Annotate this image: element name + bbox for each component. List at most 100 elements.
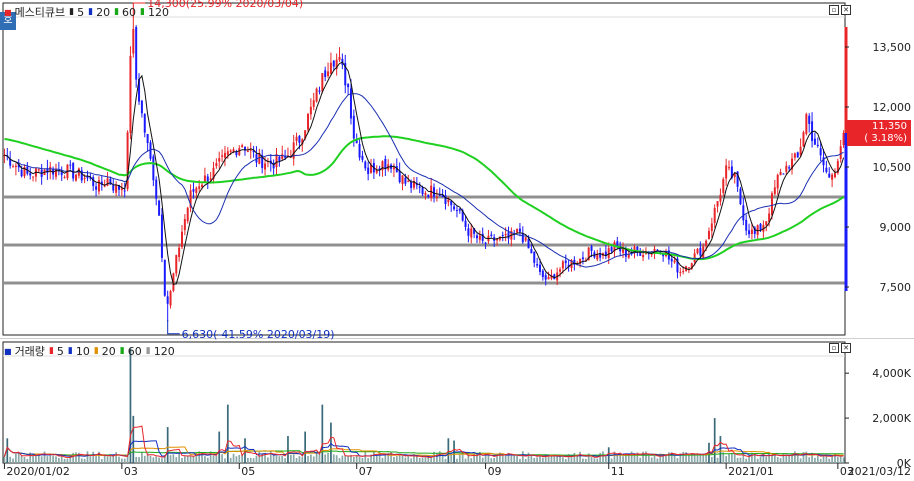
candle bbox=[278, 156, 281, 162]
volume-y-tick-label: 2,000K bbox=[872, 412, 911, 425]
legend-item: 거래량 bbox=[14, 345, 45, 358]
candle bbox=[92, 177, 95, 187]
candle bbox=[158, 200, 161, 216]
candle bbox=[710, 223, 713, 232]
candle bbox=[143, 113, 146, 133]
candle bbox=[14, 165, 17, 168]
candle bbox=[135, 27, 138, 80]
candle bbox=[788, 167, 791, 169]
candle bbox=[447, 199, 450, 203]
candle bbox=[828, 173, 831, 178]
candle bbox=[670, 258, 673, 262]
candle bbox=[716, 201, 719, 207]
candle bbox=[249, 149, 252, 151]
legend-marker: ▮ bbox=[67, 346, 73, 356]
close-icon[interactable]: ✕ bbox=[841, 5, 851, 15]
candle bbox=[264, 163, 267, 170]
candle bbox=[83, 178, 86, 180]
candle bbox=[435, 196, 438, 198]
candle bbox=[745, 219, 748, 231]
current-price: 11,350 bbox=[872, 121, 907, 132]
candle bbox=[696, 248, 699, 254]
candle bbox=[123, 190, 126, 192]
legend-marker: ▮ bbox=[93, 346, 99, 356]
price-legend: ■ 메스티큐브 ▮ 5 ▮ 20 ▮ 60 ▮ 120 bbox=[4, 4, 169, 20]
candle bbox=[759, 223, 762, 230]
candle bbox=[773, 187, 776, 195]
candle bbox=[530, 248, 533, 254]
candle bbox=[776, 174, 779, 189]
candle bbox=[321, 73, 324, 92]
candle bbox=[719, 194, 722, 202]
candle bbox=[178, 247, 181, 258]
candle bbox=[765, 221, 768, 226]
candle bbox=[295, 136, 298, 141]
legend-item: 5 bbox=[77, 5, 85, 19]
stock-chart: 7,5009,00010,50012,00013,5000K2,000K4,00… bbox=[0, 0, 914, 478]
candle bbox=[146, 133, 149, 144]
candle bbox=[112, 184, 115, 191]
candle bbox=[816, 144, 819, 147]
candle bbox=[453, 206, 456, 210]
candle bbox=[713, 207, 716, 223]
candle bbox=[521, 233, 524, 243]
minimize-icon[interactable]: ▫ bbox=[829, 343, 839, 353]
candle bbox=[367, 167, 370, 174]
candle bbox=[324, 70, 327, 77]
candle bbox=[327, 71, 330, 77]
candle bbox=[329, 62, 332, 74]
candle bbox=[808, 115, 811, 124]
candle bbox=[307, 113, 310, 130]
candle bbox=[37, 169, 40, 171]
candle bbox=[842, 133, 845, 146]
candle bbox=[20, 169, 23, 177]
candle bbox=[544, 275, 547, 280]
candle bbox=[679, 272, 682, 274]
candle bbox=[152, 156, 155, 181]
candle bbox=[309, 106, 312, 115]
candle bbox=[501, 234, 504, 236]
price-panel-frame bbox=[2, 2, 846, 336]
y-tick-label: 7,500 bbox=[880, 281, 912, 294]
minimize-icon[interactable]: ▫ bbox=[829, 5, 839, 15]
candle bbox=[186, 207, 189, 222]
candle bbox=[361, 155, 364, 160]
candle bbox=[636, 246, 639, 251]
current-change: ( 3.18%) bbox=[864, 133, 907, 144]
legend-item: 10 bbox=[75, 344, 90, 358]
candle bbox=[750, 229, 753, 235]
candle bbox=[673, 260, 676, 263]
candle bbox=[349, 88, 352, 119]
close-icon[interactable]: ✕ bbox=[841, 343, 851, 353]
candle bbox=[538, 264, 541, 272]
candle bbox=[475, 235, 478, 239]
x-tick-label: 2021/01 bbox=[728, 465, 774, 478]
candle bbox=[424, 192, 427, 195]
candle bbox=[275, 154, 278, 168]
candle bbox=[785, 165, 788, 172]
volume-y-tick-label: 4,000K bbox=[872, 367, 911, 380]
candle bbox=[607, 248, 610, 259]
candle bbox=[642, 254, 645, 258]
candle bbox=[129, 55, 132, 133]
candle bbox=[418, 186, 421, 188]
x-tick-label: 07 bbox=[359, 465, 373, 478]
candle bbox=[332, 60, 335, 67]
candle bbox=[438, 194, 441, 196]
candle bbox=[318, 90, 321, 92]
candle bbox=[401, 175, 404, 184]
candle bbox=[782, 173, 785, 175]
candle bbox=[819, 148, 822, 156]
legend-marker: ▮ bbox=[88, 7, 94, 17]
candle bbox=[238, 148, 241, 156]
candle bbox=[561, 261, 564, 269]
volume-panel-window-controls: ▫ ✕ bbox=[829, 343, 851, 353]
x-tick-label: 09 bbox=[488, 465, 502, 478]
candle bbox=[140, 100, 143, 114]
candle bbox=[802, 132, 805, 147]
candle bbox=[315, 88, 318, 102]
candle bbox=[833, 173, 836, 178]
candle bbox=[590, 246, 593, 251]
candle bbox=[175, 255, 178, 274]
candle bbox=[201, 184, 204, 187]
